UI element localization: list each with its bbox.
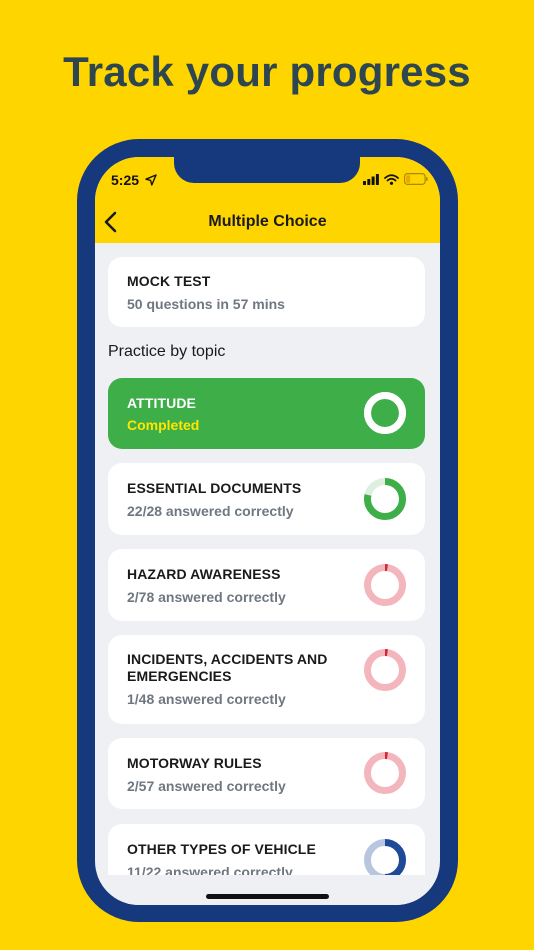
progress-ring-track	[364, 752, 406, 794]
wifi-icon	[384, 173, 399, 185]
location-arrow-icon	[145, 174, 157, 186]
topic-title: OTHER TYPES OF VEHICLE	[127, 841, 316, 857]
topic-status: Completed	[127, 417, 200, 433]
topic-card[interactable]: INCIDENTS, ACCIDENTS AND EMERGENCIES 1/4…	[108, 635, 425, 724]
topic-card[interactable]: ATTITUDE Completed	[108, 378, 425, 449]
progress-ring-track	[364, 564, 406, 606]
topic-card[interactable]: MOTORWAY RULES 2/57 answered correctly	[108, 738, 425, 809]
progress-ring	[364, 392, 406, 434]
topic-card[interactable]: ESSENTIAL DOCUMENTS 22/28 answered corre…	[108, 463, 425, 535]
progress-ring	[364, 752, 406, 794]
topic-title: HAZARD AWARENESS	[127, 566, 281, 582]
home-indicator[interactable]	[206, 894, 329, 899]
topic-status: 1/48 answered correctly	[127, 691, 286, 707]
topic-title: ESSENTIAL DOCUMENTS	[127, 480, 302, 496]
battery-icon	[404, 173, 428, 185]
topic-status: 22/28 answered correctly	[127, 503, 294, 519]
topic-title: MOTORWAY RULES	[127, 755, 262, 771]
topic-card[interactable]: HAZARD AWARENESS 2/78 answered correctly	[108, 549, 425, 621]
mock-test-title: MOCK TEST	[127, 273, 211, 289]
status-time: 5:25	[111, 172, 140, 188]
topic-title: INCIDENTS, ACCIDENTS AND EMERGENCIES	[127, 651, 328, 684]
mock-test-subtitle: 50 questions in 57 mins	[127, 296, 285, 312]
phone-notch	[174, 157, 360, 183]
progress-ring	[364, 478, 406, 520]
section-label: Practice by topic	[108, 343, 226, 360]
topic-status: 2/57 answered correctly	[127, 778, 286, 794]
headline: Track your progress	[63, 48, 471, 95]
status-icons	[363, 173, 428, 185]
topic-status: 2/78 answered correctly	[127, 589, 286, 605]
phone-screen: 5:25 Multiple Choice MOCK TEST 50 questi…	[95, 157, 440, 905]
progress-ring-track	[364, 649, 406, 691]
progress-ring	[364, 649, 406, 691]
progress-ring	[364, 564, 406, 606]
signal-icon	[363, 173, 379, 185]
progress-ring-fill	[364, 392, 406, 434]
mock-test-card[interactable]: MOCK TEST 50 questions in 57 mins	[108, 257, 425, 327]
topic-title: ATTITUDE	[127, 395, 196, 411]
screen-title: Multiple Choice	[208, 213, 327, 230]
bottom-safe-area	[95, 875, 440, 905]
app-bar: 5:25 Multiple Choice	[95, 157, 440, 243]
